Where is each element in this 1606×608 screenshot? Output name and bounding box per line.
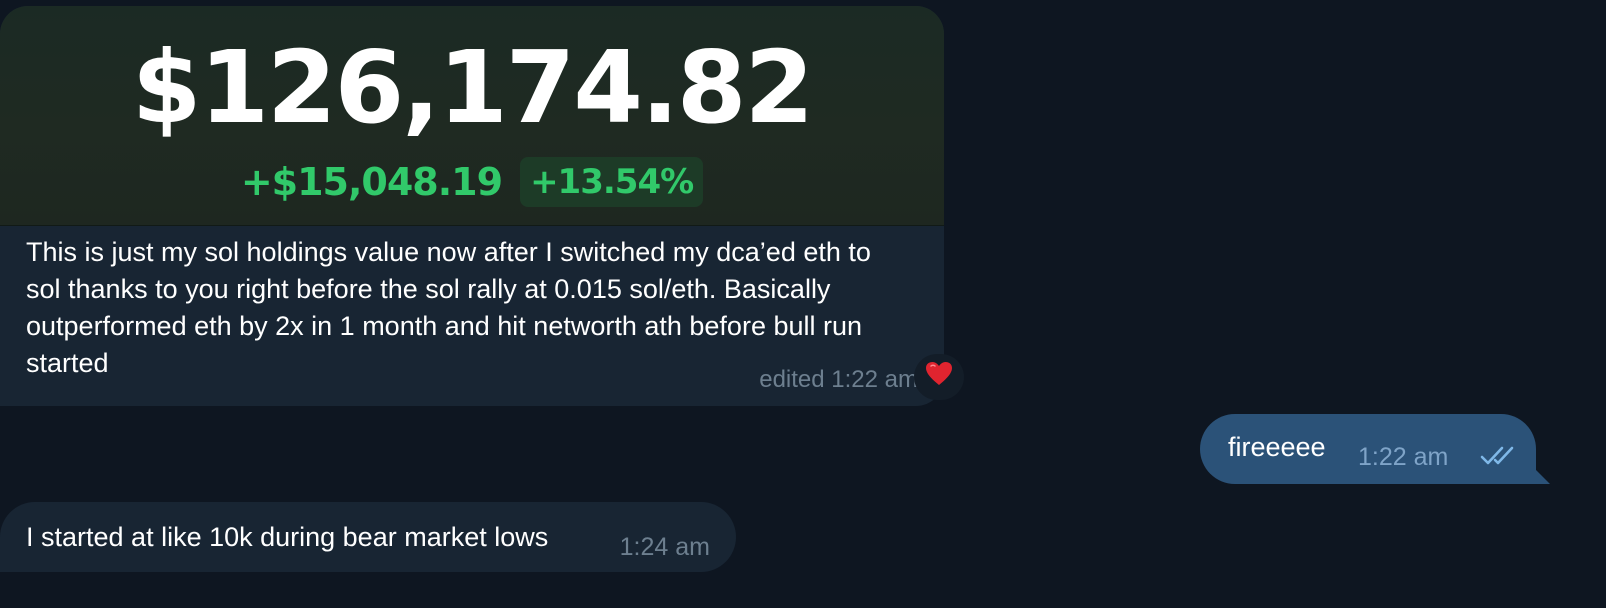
message-caption: This is just my sol holdings value now a…: [26, 237, 871, 378]
outgoing-message-text: fireeeee: [1228, 432, 1326, 462]
portfolio-change-percent-badge: +13.54%: [520, 157, 704, 207]
chat-view: $126,174.82 +$15,048.19 +13.54% This is …: [0, 0, 1606, 608]
incoming-message-with-image[interactable]: $126,174.82 +$15,048.19 +13.54% This is …: [0, 6, 944, 406]
heart-icon: [925, 361, 953, 394]
portfolio-change-row: +$15,048.19 +13.54%: [0, 156, 944, 208]
outgoing-message[interactable]: fireeeee 1:22 am: [1200, 414, 1536, 484]
incoming-message-time: 1:24 am: [619, 533, 710, 561]
incoming-message[interactable]: I started at like 10k during bear market…: [0, 502, 736, 572]
reaction-badge[interactable]: [914, 354, 964, 400]
double-check-icon: [1480, 444, 1520, 470]
incoming-message-text: I started at like 10k during bear market…: [26, 522, 549, 552]
portfolio-value: $126,174.82: [131, 29, 814, 146]
outgoing-message-time: 1:22 am: [1358, 443, 1449, 471]
message-edited-time: edited 1:22 am: [759, 366, 918, 393]
portfolio-screenshot-image[interactable]: $126,174.82 +$15,048.19 +13.54%: [0, 6, 944, 226]
portfolio-change-amount: +$15,048.19: [240, 160, 503, 204]
